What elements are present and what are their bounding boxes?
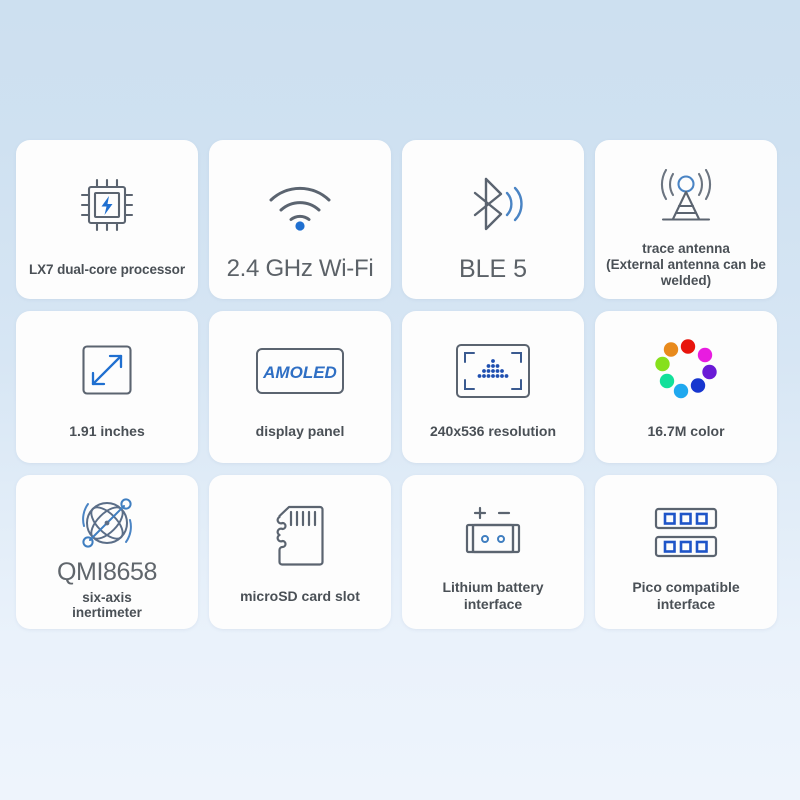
card-microsd[interactable]: microSD card slot [209, 475, 391, 629]
feature-grid-page: { "page": { "background_top_color": "#cd… [0, 0, 800, 800]
card-label-pico: Pico compatible interface [595, 579, 777, 613]
card-pico[interactable]: Pico compatible interface [595, 475, 777, 629]
antenna-icon [595, 140, 777, 232]
card-lx7-processor[interactable]: LX7 dual-core processor [16, 140, 198, 299]
battery-line-2: interface [463, 596, 523, 613]
microsd-card-icon [209, 475, 391, 575]
card-imu[interactable]: QMI8658 six-axis inertimeter [16, 475, 198, 629]
battery-line-1: Lithium battery [442, 579, 544, 595]
card-label-screen-size: 1.91 inches [69, 423, 145, 439]
card-trace-antenna[interactable]: trace antenna (External antenna can be w… [595, 140, 777, 299]
card-battery[interactable]: Lithium battery interface [402, 475, 584, 629]
card-wifi[interactable]: 2.4 GHz Wi-Fi [209, 140, 391, 299]
feature-grid-row-3: QMI8658 six-axis inertimeter microSD car… [16, 475, 784, 629]
feature-grid-row-1: LX7 dual-core processor 2.4 GHz Wi-Fi BL… [16, 140, 784, 299]
card-label-trace-antenna: trace antenna (External antenna can be w… [595, 241, 777, 289]
card-label-lx7-processor: LX7 dual-core processor [28, 262, 185, 277]
card-label-ble: BLE 5 [458, 255, 528, 283]
card-label-battery: Lithium battery interface [402, 579, 584, 613]
card-sublabel-imu: six-axis inertimeter [16, 590, 198, 622]
color-wheel-icon [595, 311, 777, 403]
card-label-microsd: microSD card slot [240, 588, 360, 604]
battery-connector-icon [402, 475, 584, 565]
pin-header-icon [595, 475, 777, 565]
card-display-panel[interactable]: AMOLED display panel [209, 311, 391, 463]
trace-antenna-line-3: welded) [660, 272, 712, 288]
imu-line-2: six-axis [82, 589, 132, 605]
trace-antenna-line-1: trace antenna [642, 241, 730, 256]
card-label-color-depth: 16.7M color [647, 423, 725, 439]
card-screen-size[interactable]: 1.91 inches [16, 311, 198, 463]
imu-line-3: inertimeter [72, 605, 142, 621]
gyroscope-icon [16, 475, 198, 551]
card-ble[interactable]: BLE 5 [402, 140, 584, 299]
wifi-icon [209, 140, 391, 240]
card-resolution[interactable]: 240x536 resolution [402, 311, 584, 463]
pico-line-2: interface [656, 596, 716, 613]
bluetooth-icon [402, 140, 584, 240]
card-label-resolution: 240x536 resolution [429, 423, 557, 439]
card-label-display-panel: display panel [255, 423, 345, 439]
card-label-imu: QMI8658 [56, 558, 158, 586]
trace-antenna-line-2: (External antenna can be [606, 256, 766, 272]
pico-line-1: Pico compatible [632, 579, 740, 595]
amoled-icon-text: AMOLED [262, 363, 337, 382]
chip-icon [16, 140, 198, 240]
card-label-wifi: 2.4 GHz Wi-Fi [226, 255, 374, 282]
feature-grid-row-2: 1.91 inches AMOLED display panel 240x536… [16, 311, 784, 463]
resolution-icon [402, 311, 584, 403]
card-color-depth[interactable]: 16.7M color [595, 311, 777, 463]
diagonal-arrow-icon [16, 311, 198, 403]
amoled-icon: AMOLED [209, 311, 391, 403]
